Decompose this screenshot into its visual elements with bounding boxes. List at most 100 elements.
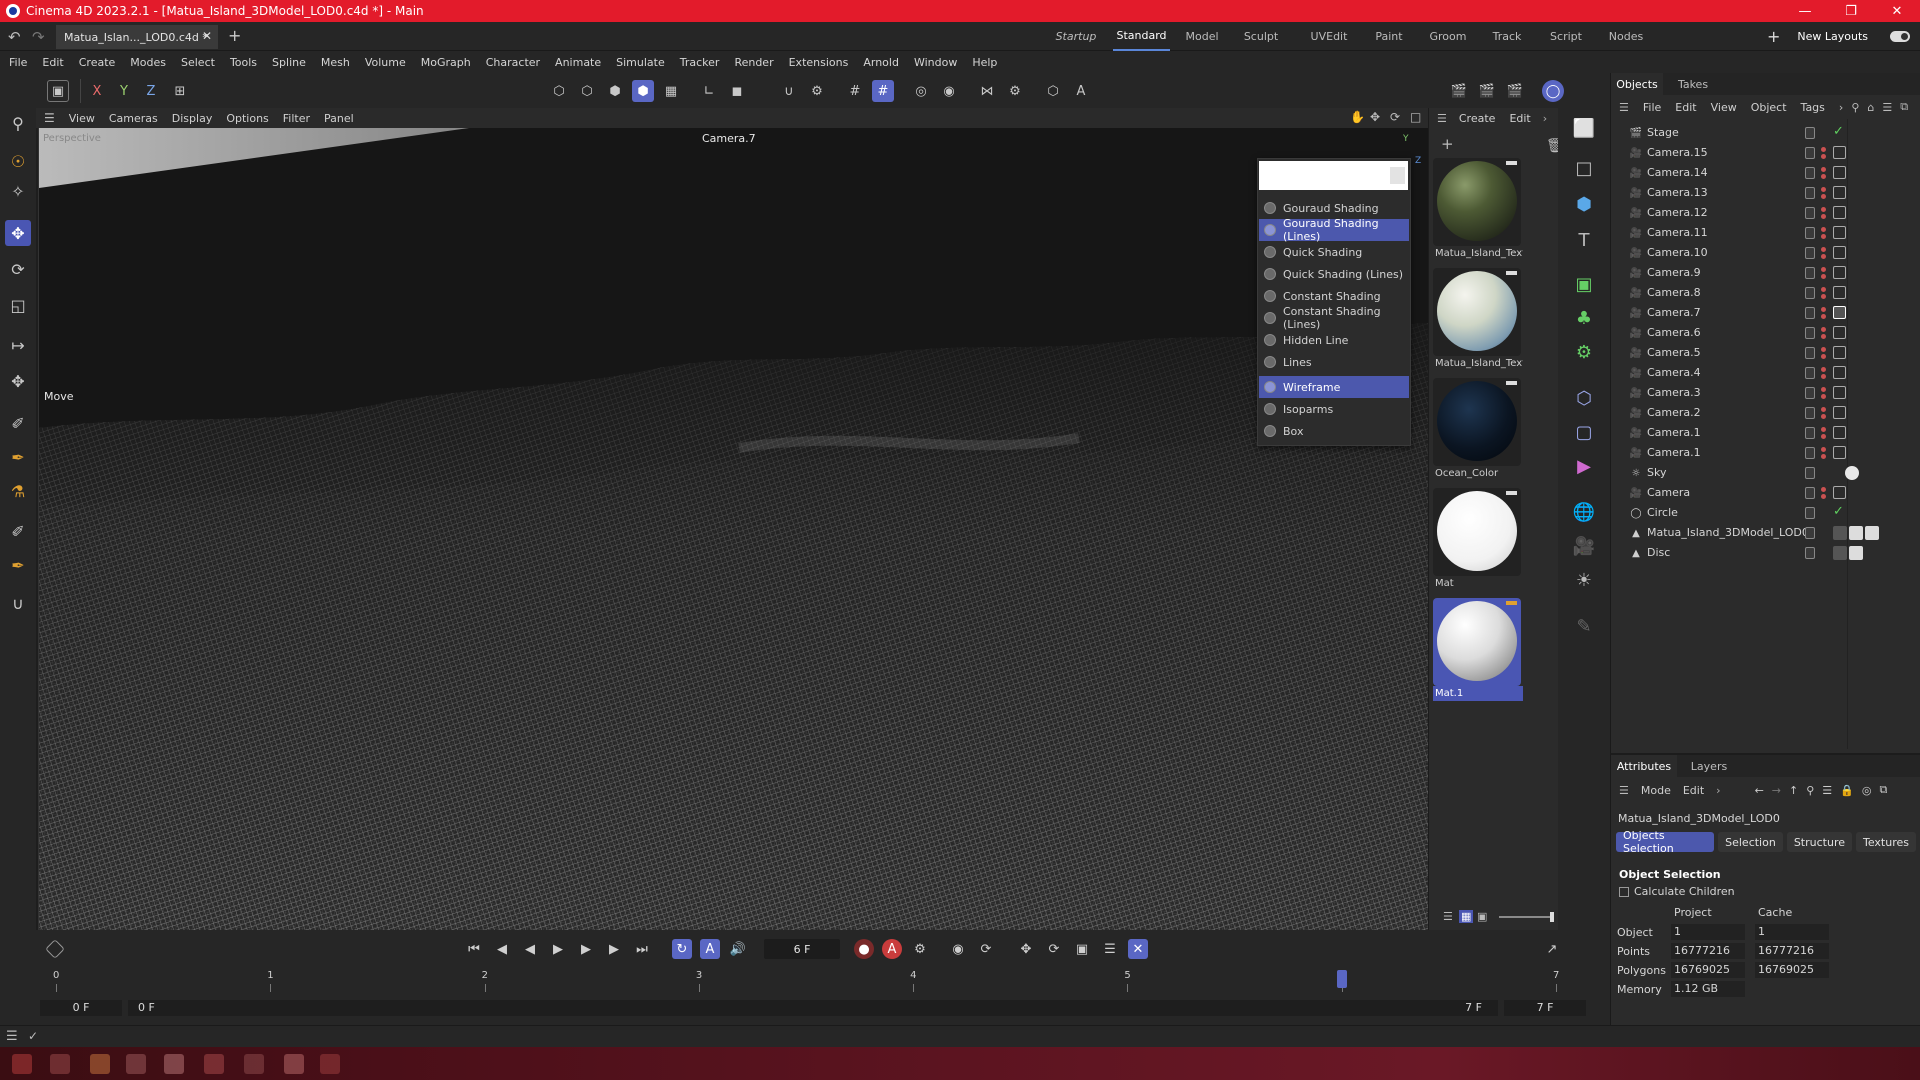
protection-tag-icon[interactable] bbox=[1833, 186, 1846, 199]
camera-object-icon[interactable]: 🎥 bbox=[1570, 532, 1598, 560]
material-menu-edit[interactable]: Edit bbox=[1509, 112, 1530, 125]
object-row[interactable]: ▲ Disc bbox=[1611, 543, 1920, 563]
tab-takes[interactable]: Takes bbox=[1673, 73, 1713, 95]
object-row[interactable]: 🎥 Camera.10 bbox=[1611, 243, 1920, 263]
keyframe-icon[interactable] bbox=[45, 939, 65, 959]
previous-frame-icon[interactable]: ◀ bbox=[520, 939, 540, 959]
z-axis-lock[interactable]: Z bbox=[140, 80, 162, 102]
editor-visibility-dot[interactable] bbox=[1821, 347, 1826, 352]
render-visibility-dot[interactable] bbox=[1821, 154, 1826, 159]
object-row[interactable]: ▲ Matua_Island_3DModel_LOD0 bbox=[1611, 523, 1920, 543]
layer-icon[interactable] bbox=[1805, 307, 1815, 319]
end-frame-field[interactable]: 7 F bbox=[1504, 1000, 1586, 1016]
thumbnail-size-slider[interactable] bbox=[1499, 916, 1554, 918]
object-menu-object[interactable]: Object bbox=[1751, 101, 1787, 114]
menu-spline[interactable]: Spline bbox=[272, 56, 306, 69]
start-frame-field[interactable]: 0 F bbox=[40, 1000, 122, 1016]
shading-option[interactable]: Constant Shading bbox=[1259, 285, 1409, 307]
protection-tag-icon[interactable] bbox=[1833, 346, 1846, 359]
protection-tag-icon[interactable] bbox=[1833, 446, 1846, 459]
rotate-view-icon[interactable]: ⟳ bbox=[1390, 110, 1400, 124]
layer-icon[interactable] bbox=[1805, 167, 1815, 179]
cube-primitive-icon[interactable]: □ bbox=[1570, 154, 1598, 182]
grid-view-icon[interactable]: ▦ bbox=[1459, 910, 1474, 923]
render-visibility-dot[interactable] bbox=[1821, 454, 1826, 459]
render-visibility-dot[interactable] bbox=[1821, 254, 1826, 259]
menu-help[interactable]: Help bbox=[972, 56, 997, 69]
viewport-menu-panel[interactable]: Panel bbox=[324, 112, 354, 125]
close-icon[interactable]: ✕ bbox=[1874, 0, 1920, 22]
3d-viewport[interactable]: Perspective Camera.7 Move Y Z bbox=[38, 128, 1428, 930]
render-visibility-dot[interactable] bbox=[1821, 394, 1826, 399]
layer-icon[interactable] bbox=[1805, 227, 1815, 239]
maximize-view-icon[interactable]: □ bbox=[1410, 110, 1421, 124]
render-visibility-dot[interactable] bbox=[1821, 214, 1826, 219]
current-frame-field[interactable]: 6 F bbox=[764, 939, 840, 959]
layer-icon[interactable] bbox=[1805, 447, 1815, 459]
minimize-icon[interactable]: — bbox=[1782, 0, 1828, 22]
move-view-icon[interactable]: ✥ bbox=[1370, 110, 1380, 124]
keyframe-selection-icon[interactable]: ⚙ bbox=[910, 939, 930, 959]
material-menu-create[interactable]: Create bbox=[1459, 112, 1496, 125]
editor-visibility-dot[interactable] bbox=[1821, 227, 1826, 232]
thumbnail-size-knob[interactable] bbox=[1550, 912, 1554, 922]
render-visibility-dot[interactable] bbox=[1821, 334, 1826, 339]
record-icon[interactable]: ● bbox=[854, 939, 874, 959]
editor-visibility-dot[interactable] bbox=[1821, 407, 1826, 412]
object-row[interactable]: 🎥 Camera.11 bbox=[1611, 223, 1920, 243]
viewport-hamburger-icon[interactable]: ☰ bbox=[44, 111, 55, 125]
param-key-icon[interactable]: ⟳ bbox=[1044, 939, 1064, 959]
material-tag-icon[interactable] bbox=[1833, 546, 1847, 560]
render-visibility-dot[interactable] bbox=[1821, 174, 1826, 179]
shading-option[interactable]: Gouraud Shading (Lines) bbox=[1259, 217, 1409, 243]
menu-animate[interactable]: Animate bbox=[555, 56, 601, 69]
preview-range-icon[interactable]: A bbox=[700, 939, 720, 959]
object-row[interactable]: 🎥 Camera bbox=[1611, 483, 1920, 503]
layout-tab-nodes[interactable]: Nodes bbox=[1604, 22, 1648, 51]
protection-tag-icon[interactable] bbox=[1833, 146, 1846, 159]
effector-icon[interactable]: ⚙ bbox=[1570, 338, 1598, 366]
layer-icon[interactable] bbox=[1805, 507, 1815, 519]
model-mode-icon[interactable]: ▣ bbox=[47, 80, 69, 102]
editor-visibility-dot[interactable] bbox=[1821, 147, 1826, 152]
menu-arnold[interactable]: Arnold bbox=[863, 56, 899, 69]
attribute-hamburger-icon[interactable]: ☰ bbox=[1619, 784, 1629, 797]
enabled-check-icon[interactable]: ✓ bbox=[1833, 504, 1844, 519]
material-tag-icon[interactable] bbox=[1849, 546, 1863, 560]
protection-tag-icon[interactable] bbox=[1833, 426, 1846, 439]
protection-tag-icon[interactable] bbox=[1833, 266, 1846, 279]
object-row[interactable]: ☼ Sky bbox=[1611, 463, 1920, 483]
autokey-icon[interactable]: A bbox=[882, 939, 902, 959]
transfer-tool-icon[interactable]: ↦ bbox=[5, 332, 31, 358]
clear-search-icon[interactable] bbox=[1390, 167, 1405, 184]
start-icon[interactable] bbox=[12, 1054, 32, 1074]
menu-modes[interactable]: Modes bbox=[130, 56, 166, 69]
spline-tools-icon[interactable]: ⚗ bbox=[5, 478, 31, 504]
text-spline-icon[interactable]: T bbox=[1570, 226, 1598, 254]
shading-option[interactable]: Hidden Line bbox=[1259, 329, 1409, 351]
layer-icon[interactable] bbox=[1805, 527, 1815, 539]
render-visibility-dot[interactable] bbox=[1821, 434, 1826, 439]
object-row[interactable]: 🎥 Camera.6 bbox=[1611, 323, 1920, 343]
restore-icon[interactable]: ❐ bbox=[1828, 0, 1874, 22]
checkbox-icon[interactable] bbox=[1619, 886, 1629, 897]
material-thumbnail[interactable]: Matua_Island_Text bbox=[1433, 158, 1523, 261]
editor-visibility-dot[interactable] bbox=[1821, 287, 1826, 292]
layer-icon[interactable] bbox=[1805, 487, 1815, 499]
shading-option[interactable]: Gouraud Shading bbox=[1259, 197, 1409, 219]
preview-range-slider[interactable]: 0 F 7 F bbox=[128, 1000, 1498, 1016]
layer-icon[interactable] bbox=[1805, 467, 1815, 479]
menu-volume[interactable]: Volume bbox=[365, 56, 406, 69]
shading-option[interactable]: Isoparms bbox=[1259, 398, 1409, 420]
taskbar-app-icon[interactable] bbox=[164, 1054, 184, 1074]
layer-icon[interactable] bbox=[1805, 387, 1815, 399]
layout-tab-standard[interactable]: Standard bbox=[1113, 22, 1170, 51]
go-to-end-icon[interactable]: ⏭ bbox=[632, 939, 652, 959]
menu-character[interactable]: Character bbox=[486, 56, 540, 69]
menu-tracker[interactable]: Tracker bbox=[680, 56, 720, 69]
menu-mograph[interactable]: MoGraph bbox=[421, 56, 471, 69]
timeline-graph-icon[interactable]: ↗ bbox=[1542, 939, 1562, 959]
layout-tab-uvedit[interactable]: UVEdit bbox=[1303, 22, 1355, 51]
next-frame-icon[interactable]: ▶ bbox=[576, 939, 596, 959]
new-layouts-button[interactable]: New Layouts bbox=[1797, 30, 1868, 43]
